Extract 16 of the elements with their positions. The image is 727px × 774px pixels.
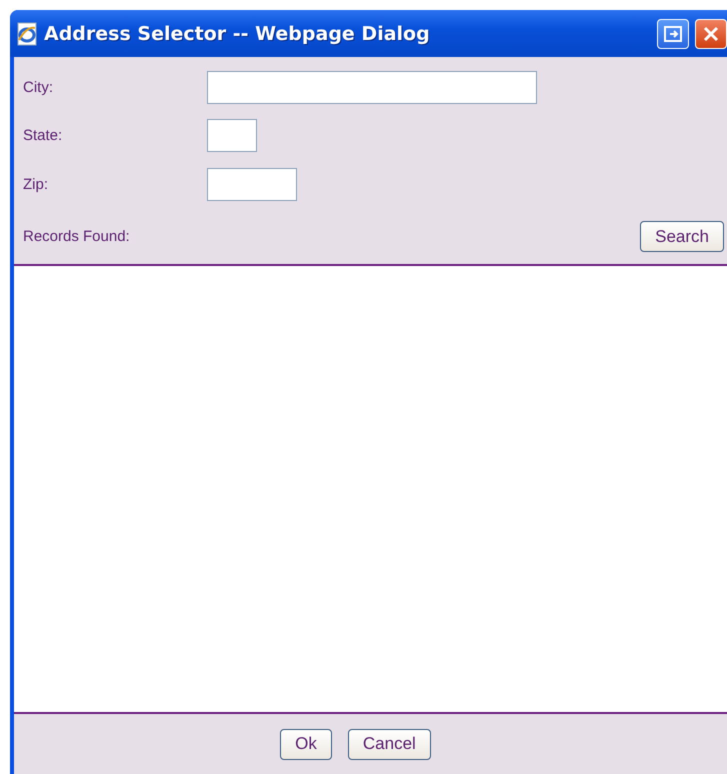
field-label: State: — [23, 126, 64, 144]
field-label: City: — [23, 78, 54, 96]
field-label: Zip: — [23, 176, 50, 192]
input-field[interactable] — [207, 168, 297, 200]
input-field[interactable] — [207, 118, 257, 152]
records-label: Records Found: — [23, 228, 131, 245]
browser-icon — [16, 22, 38, 46]
restore-button[interactable] — [657, 18, 689, 48]
window-title: Address Selector -- Webpage Dialog — [44, 22, 431, 44]
ok-button[interactable]: Ok — [280, 728, 332, 760]
close-button[interactable] — [695, 18, 727, 48]
input-field[interactable] — [207, 70, 537, 104]
close-icon — [702, 24, 720, 42]
cancel-button[interactable]: Cancel — [348, 728, 431, 760]
restore-icon — [664, 26, 682, 42]
search-button[interactable]: Search — [640, 221, 724, 252]
